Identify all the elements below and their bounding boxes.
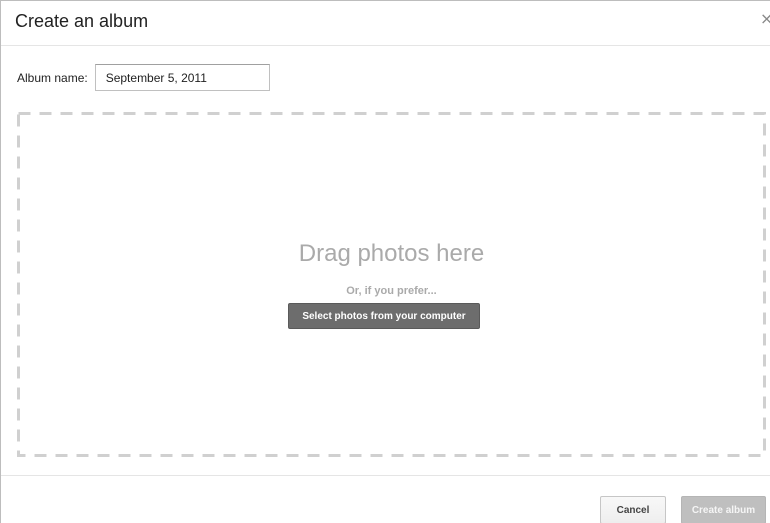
cancel-button[interactable]: Cancel (600, 496, 666, 523)
dialog-footer: Cancel Create album (1, 475, 770, 523)
close-icon[interactable]: × (760, 11, 770, 27)
create-album-dialog: Create an album × Album name: Drag photo… (0, 0, 770, 523)
dialog-title: Create an album (15, 11, 149, 31)
create-album-button[interactable]: Create album (681, 496, 766, 523)
photo-drop-zone[interactable]: Drag photos here Or, if you prefer... Se… (17, 112, 766, 457)
album-name-label: Album name: (17, 70, 88, 85)
dialog-header: Create an album × (1, 1, 770, 46)
drag-photos-heading: Drag photos here (298, 240, 485, 267)
album-name-input[interactable] (94, 64, 270, 91)
album-name-row: Album name: (17, 64, 270, 91)
drop-zone-subtitle: Or, if you prefer... (346, 285, 437, 297)
select-photos-button[interactable]: Select photos from your computer (288, 303, 480, 329)
